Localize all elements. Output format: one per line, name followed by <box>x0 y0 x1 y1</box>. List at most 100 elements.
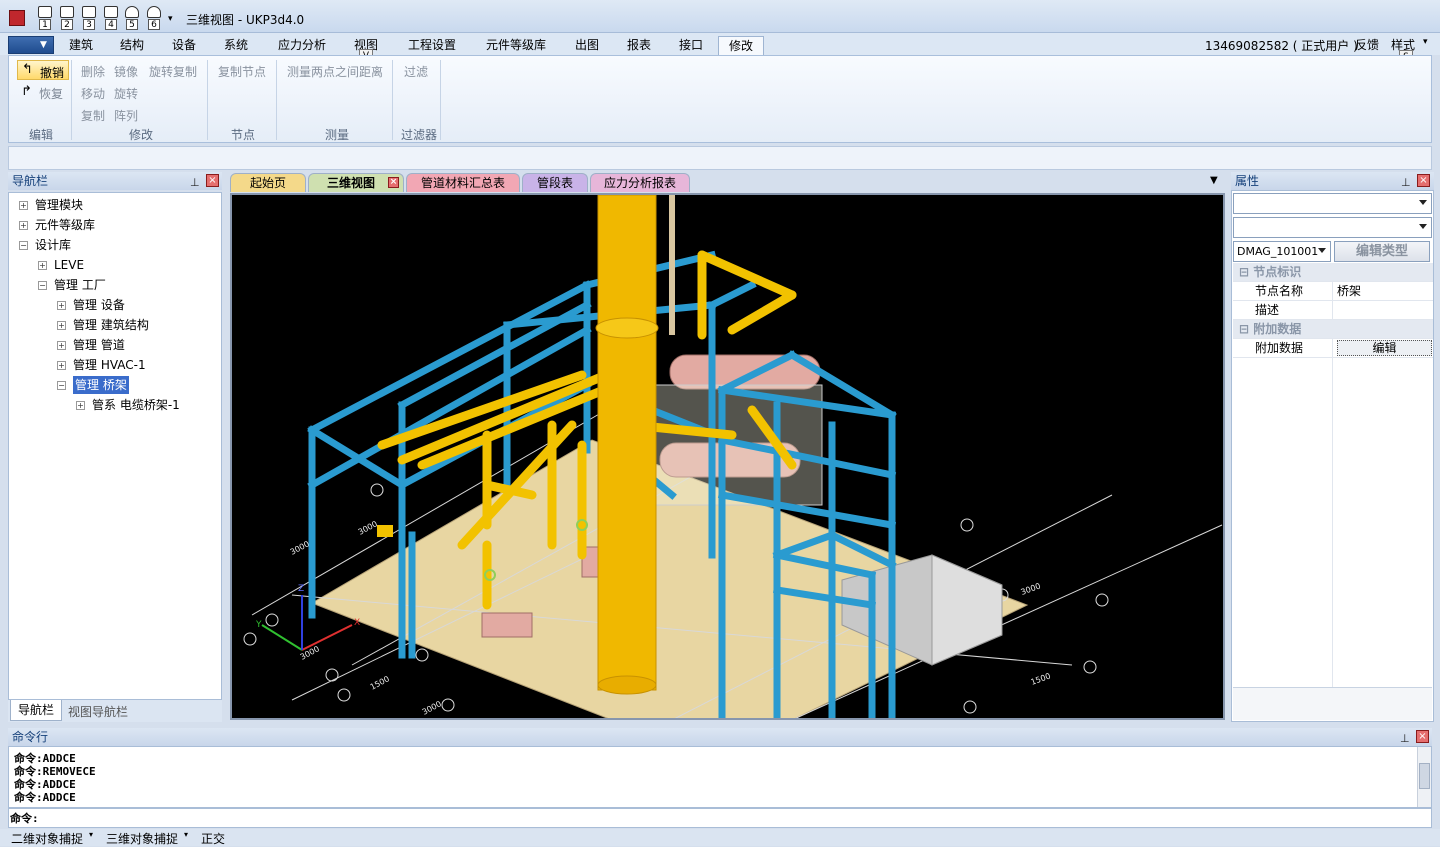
measure-distance-button[interactable]: 测量两点之间距离 <box>287 63 383 80</box>
properties-header: 属性 ⊥ × <box>1231 172 1434 190</box>
mirror-button[interactable]: 镜像 <box>114 63 138 80</box>
tab-view-navigator[interactable]: 视图导航栏 <box>68 703 128 720</box>
filter-combo[interactable] <box>1233 217 1432 238</box>
doc-tab-label: 三维视图 <box>327 176 376 190</box>
grid-bubble <box>1095 593 1109 607</box>
property-row-description[interactable]: 描述 <box>1233 301 1433 320</box>
quick-redo-icon[interactable]: 4 <box>101 6 121 32</box>
pump-icon <box>481 612 533 638</box>
category-additional-data[interactable]: ⊟ 附加数据 <box>1233 320 1433 339</box>
expand-toggle-icon[interactable]: + <box>57 341 66 350</box>
nav-panel-title: 导航栏 <box>12 174 49 188</box>
array-button[interactable]: 阵列 <box>114 107 138 124</box>
close-icon[interactable]: × <box>388 177 399 188</box>
tree-item-label: 设计库 <box>35 238 72 252</box>
edit-data-button[interactable]: 编辑 <box>1337 340 1432 356</box>
osnap-2d-toggle[interactable]: 二维对象捕捉 <box>11 830 83 847</box>
expand-toggle-icon[interactable]: + <box>19 221 28 230</box>
ribbon-separator <box>440 60 441 140</box>
main-column <box>597 195 657 691</box>
property-row-node-name[interactable]: 节点名称 桥架 <box>1233 282 1433 301</box>
undo-button[interactable]: ↰ 撤销 <box>17 60 69 80</box>
doc-tab-3d-view[interactable]: 三维视图 × <box>308 173 404 192</box>
chevron-down-icon[interactable]: ▾ <box>89 830 93 839</box>
expand-toggle-icon[interactable]: + <box>57 301 66 310</box>
close-icon[interactable]: × <box>206 174 219 187</box>
tree-item-label: 管理模块 <box>35 198 84 212</box>
quick-undo-icon[interactable]: 3 <box>79 6 99 32</box>
3d-model-canvas[interactable]: 3000300015003000300015003000XYZ <box>232 195 1223 718</box>
quick-save-icon[interactable]: 1 <box>35 6 55 32</box>
expand-toggle-icon[interactable]: − <box>38 281 47 290</box>
chevron-down-icon <box>1318 248 1326 253</box>
category-node-id[interactable]: ⊟ 节点标识 <box>1233 263 1433 282</box>
column-base <box>597 675 657 695</box>
doc-tab-label: 起始页 <box>249 176 286 190</box>
close-icon[interactable]: × <box>1416 730 1429 743</box>
copy-button[interactable]: 复制 <box>81 107 105 124</box>
rotate-button[interactable]: 旋转 <box>114 85 138 102</box>
expand-toggle-icon[interactable]: + <box>57 361 66 370</box>
expand-toggle-icon[interactable]: − <box>19 241 28 250</box>
ortho-toggle[interactable]: 正交 <box>201 830 225 847</box>
delete-button[interactable]: 删除 <box>81 63 105 80</box>
quick-access-dropdown-icon[interactable]: ▾ <box>168 14 173 24</box>
tab-navigator[interactable]: 导航栏 <box>10 700 62 721</box>
property-value[interactable]: 桥架 <box>1337 282 1361 301</box>
rotate-copy-button[interactable]: 旋转复制 <box>149 63 197 80</box>
tab-architecture[interactable]: 建筑 <box>67 36 95 55</box>
copy-node-button[interactable]: 复制节点 <box>218 63 266 80</box>
vertical-scrollbar[interactable] <box>1417 747 1431 807</box>
move-button[interactable]: 移动 <box>81 85 105 102</box>
tab-interface[interactable]: 接口 <box>677 36 705 55</box>
feedback-link[interactable]: 反馈 <box>1355 36 1379 53</box>
user-account-label[interactable]: 13469082582 ( 正式用户 ) <box>1205 37 1358 54</box>
quick-wifi-icon[interactable]: 6 <box>144 6 164 32</box>
expand-toggle-icon[interactable]: + <box>19 201 28 210</box>
expand-toggle-icon[interactable]: + <box>38 261 47 270</box>
quick-new-icon[interactable]: 2 <box>57 6 77 32</box>
doc-tab-start-page[interactable]: 起始页 <box>230 173 306 192</box>
filter-button[interactable]: 过滤 <box>404 63 428 80</box>
close-icon[interactable]: × <box>1417 174 1430 187</box>
pin-icon[interactable]: ⊥ <box>190 174 200 192</box>
property-key: 节点名称 <box>1255 284 1304 298</box>
expand-toggle-icon[interactable]: + <box>76 401 85 410</box>
tab-project-settings[interactable]: 工程设置 <box>406 36 458 55</box>
doc-tab-label: 管段表 <box>536 176 573 190</box>
app-logo-icon[interactable] <box>9 10 25 26</box>
scrollbar-thumb[interactable] <box>1419 763 1430 789</box>
tab-drawing[interactable]: 出图 <box>573 36 601 55</box>
tab-stress-analysis[interactable]: 应力分析 <box>276 36 328 55</box>
tab-component-library[interactable]: 元件等级库 <box>484 36 548 55</box>
3d-viewport[interactable]: 3000 3000 1500 3000 3000 1500 3000 X Y Z <box>230 193 1225 720</box>
osnap-3d-toggle[interactable]: 三维对象捕捉 <box>106 830 178 847</box>
tree-item-label: 元件等级库 <box>35 218 96 232</box>
tab-modify[interactable]: 修改 <box>718 36 765 55</box>
redo-label: 恢复 <box>39 87 64 101</box>
quick-view-icon[interactable]: 5 <box>122 6 142 32</box>
axis-label: Z <box>298 584 304 594</box>
doc-tab-material-summary[interactable]: 管道材料汇总表 <box>406 173 520 192</box>
type-combo[interactable]: DMAG_101001 <box>1233 241 1331 262</box>
group-label-edit: 编辑 <box>29 128 54 142</box>
undo-arrow-icon: ↰ <box>22 62 33 77</box>
tab-equipment[interactable]: 设备 <box>170 36 198 55</box>
application-menu-button[interactable]: ▼ <box>8 36 54 54</box>
expand-toggle-icon[interactable]: − <box>57 381 66 390</box>
expand-toggle-icon[interactable]: + <box>57 321 66 330</box>
chevron-down-icon[interactable]: ▾ <box>1423 37 1428 47</box>
redo-arrow-icon: ↱ <box>21 84 32 99</box>
tabs-dropdown-icon[interactable]: ▼ <box>1210 175 1218 186</box>
tab-system[interactable]: 系统 <box>222 36 250 55</box>
property-row-additional-data[interactable]: 附加数据 编辑 <box>1233 339 1433 358</box>
redo-button[interactable]: ↱ 恢复 <box>21 84 71 102</box>
command-input-row[interactable]: 命令: <box>8 808 1432 828</box>
chevron-down-icon[interactable]: ▾ <box>184 830 188 839</box>
tab-report[interactable]: 报表 <box>625 36 653 55</box>
doc-tab-segment-table[interactable]: 管段表 <box>522 173 588 192</box>
doc-tab-stress-report[interactable]: 应力分析报表 <box>590 173 690 192</box>
object-combo[interactable] <box>1233 193 1432 214</box>
tab-structure[interactable]: 结构 <box>118 36 146 55</box>
edit-type-button[interactable]: 编辑类型 <box>1334 241 1430 262</box>
